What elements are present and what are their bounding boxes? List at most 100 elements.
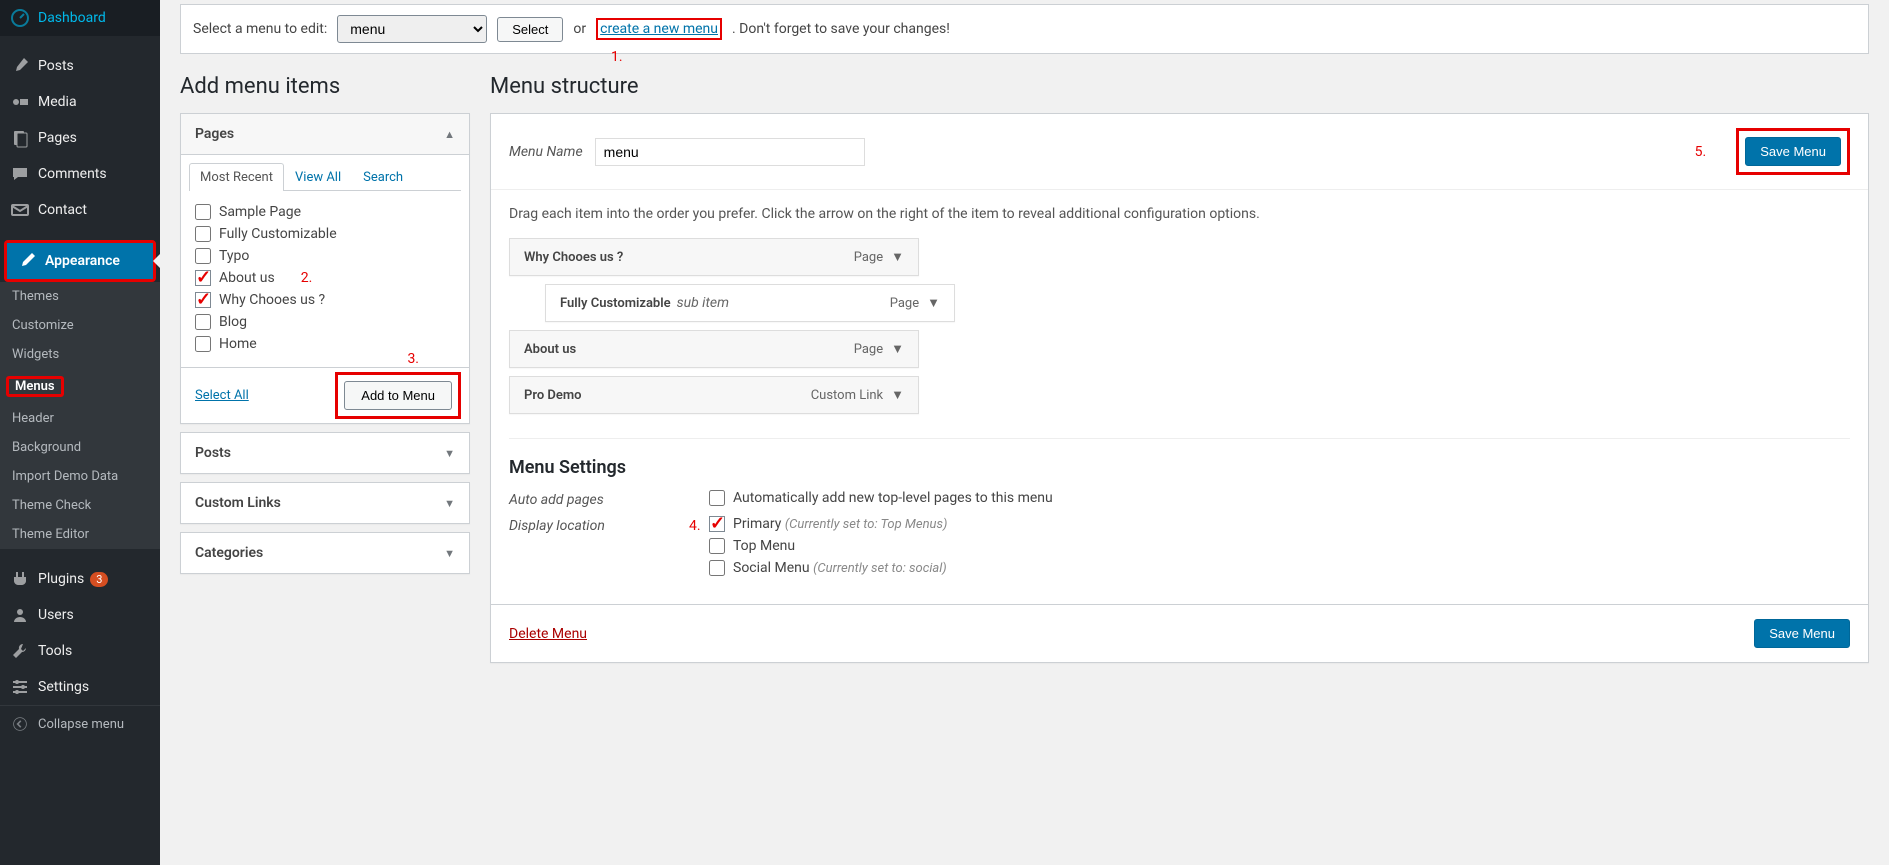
caret-down-icon: ▼	[444, 547, 455, 560]
page-checkbox-row: About us 2.	[195, 267, 455, 289]
submenu-themes[interactable]: Themes	[0, 282, 160, 311]
panel-title: Posts	[195, 445, 231, 461]
auto-add-checkbox-row[interactable]: Automatically add new top-level pages to…	[709, 490, 1053, 506]
submenu-header[interactable]: Header	[0, 404, 160, 433]
menu-settings-heading: Menu Settings	[509, 457, 1850, 478]
submenu-theme-editor[interactable]: Theme Editor	[0, 520, 160, 549]
tab-search[interactable]: Search	[352, 163, 414, 191]
posts-panel-toggle[interactable]: Posts ▼	[181, 433, 469, 473]
location-social-row[interactable]: Social Menu (Currently set to: social)	[709, 560, 947, 576]
create-new-menu-link[interactable]: create a new menu	[600, 21, 718, 37]
sidebar-item-appearance[interactable]: Appearance	[7, 243, 153, 279]
menu-item-handle[interactable]: Fully Customizablesub item Page▼	[545, 284, 955, 322]
tab-view-all[interactable]: View All	[284, 163, 352, 191]
annotation-5: 5.	[1695, 144, 1707, 160]
page-checkbox-checked[interactable]	[195, 270, 211, 286]
categories-panel: Categories ▼	[180, 532, 470, 574]
sidebar-item-label: Settings	[38, 679, 89, 695]
menu-item-handle[interactable]: Why Chooes us ? Page▼	[509, 238, 919, 276]
submenu-theme-check[interactable]: Theme Check	[0, 491, 160, 520]
page-checkbox[interactable]	[195, 336, 211, 352]
menu-item-handle[interactable]: Pro Demo Custom Link▼	[509, 376, 919, 414]
dont-forget-text: . Don't forget to save your changes!	[732, 21, 950, 37]
page-label: Blog	[219, 314, 247, 330]
submenu-import-demo-data[interactable]: Import Demo Data	[0, 462, 160, 491]
page-label: Sample Page	[219, 204, 301, 220]
tools-icon	[10, 641, 30, 661]
page-label: Home	[219, 336, 257, 352]
menu-item-type: Page	[890, 296, 919, 311]
page-checkbox[interactable]	[195, 204, 211, 220]
sidebar-item-label: Pages	[38, 130, 77, 146]
sidebar-item-label: Contact	[38, 202, 87, 218]
sidebar-item-tools[interactable]: Tools	[0, 633, 160, 669]
location-topmenu-row[interactable]: Top Menu	[709, 538, 947, 554]
collapse-menu[interactable]: Collapse menu	[0, 705, 160, 742]
panel-title: Categories	[195, 545, 263, 561]
page-list: Sample Page Fully Customizable Typo Abou…	[181, 191, 469, 361]
submenu-customize[interactable]: Customize	[0, 311, 160, 340]
sidebar-item-pages[interactable]: Pages	[0, 120, 160, 156]
sidebar-item-users[interactable]: Users	[0, 597, 160, 633]
save-menu-button-top[interactable]: Save Menu	[1745, 137, 1841, 166]
page-checkbox[interactable]	[195, 226, 211, 242]
location-primary-row[interactable]: Primary (Currently set to: Top Menus)	[709, 516, 947, 532]
page-checkbox[interactable]	[195, 248, 211, 264]
page-checkbox-row: Fully Customizable	[195, 223, 455, 245]
sidebar-item-settings[interactable]: Settings	[0, 669, 160, 705]
sidebar-item-label: Posts	[38, 58, 74, 74]
menu-item-title: Fully Customizable	[560, 296, 671, 311]
categories-panel-toggle[interactable]: Categories ▼	[181, 533, 469, 573]
select-button[interactable]: Select	[497, 17, 563, 42]
location-checkbox-checked[interactable]	[709, 516, 725, 532]
sidebar-item-posts[interactable]: Posts	[0, 48, 160, 84]
sidebar-item-plugins[interactable]: Plugins 3	[0, 561, 160, 597]
select-all-link[interactable]: Select All	[195, 388, 249, 403]
sidebar-item-label: Media	[38, 94, 77, 110]
submenu-menus[interactable]: Menus	[0, 369, 160, 404]
location-label: Social Menu	[733, 560, 810, 576]
collapse-icon	[10, 714, 30, 734]
page-checkbox-checked[interactable]	[195, 292, 211, 308]
appearance-submenu: Themes Customize Widgets Menus Header Ba…	[0, 282, 160, 549]
dashboard-icon	[10, 8, 30, 28]
location-checkbox[interactable]	[709, 538, 725, 554]
submenu-label: Background	[12, 440, 81, 455]
menu-item-type: Page	[854, 342, 883, 357]
submenu-background[interactable]: Background	[0, 433, 160, 462]
submenu-label: Theme Editor	[12, 527, 89, 542]
menu-structure-frame: Menu Name 5. Save Menu Drag each item in…	[490, 113, 1869, 663]
sidebar-item-contact[interactable]: Contact	[0, 192, 160, 228]
sidebar-item-label: Appearance	[45, 253, 120, 269]
sidebar-item-dashboard[interactable]: Dashboard	[0, 0, 160, 36]
page-checkbox-row: Blog	[195, 311, 455, 333]
tab-most-recent[interactable]: Most Recent	[189, 163, 284, 191]
admin-sidebar: Dashboard Posts Media Pages Comments Con…	[0, 0, 160, 865]
page-checkbox[interactable]	[195, 314, 211, 330]
location-checkbox[interactable]	[709, 560, 725, 576]
menu-top-bar: Menu Name 5. Save Menu	[491, 114, 1868, 190]
add-to-menu-button[interactable]: Add to Menu	[344, 381, 452, 410]
menu-select-bar: Select a menu to edit: menu Select or cr…	[180, 4, 1869, 54]
caret-down-icon: ▼	[891, 387, 904, 403]
pin-icon	[10, 56, 30, 76]
custom-links-panel-toggle[interactable]: Custom Links ▼	[181, 483, 469, 523]
submenu-label: Import Demo Data	[12, 469, 118, 484]
page-checkbox-row: Sample Page	[195, 201, 455, 223]
delete-menu-link[interactable]: Delete Menu	[509, 626, 587, 642]
menu-select[interactable]: menu	[337, 15, 487, 43]
menu-settings: Menu Settings Auto add pages Automatical…	[509, 457, 1850, 576]
pages-panel-toggle[interactable]: Pages ▲	[181, 114, 469, 155]
menu-name-input[interactable]	[595, 138, 865, 166]
menu-item-handle[interactable]: About us Page▼	[509, 330, 919, 368]
submenu-label: Header	[12, 411, 54, 426]
auto-add-checkbox[interactable]	[709, 490, 725, 506]
menu-item-title: About us	[524, 342, 576, 357]
sidebar-item-media[interactable]: Media	[0, 84, 160, 120]
pages-tabs: Most Recent View All Search	[189, 163, 461, 191]
sidebar-item-comments[interactable]: Comments	[0, 156, 160, 192]
or-text: or	[573, 21, 586, 37]
menu-footer: Delete Menu Save Menu	[491, 604, 1868, 662]
submenu-widgets[interactable]: Widgets	[0, 340, 160, 369]
save-menu-button-bottom[interactable]: Save Menu	[1754, 619, 1850, 648]
